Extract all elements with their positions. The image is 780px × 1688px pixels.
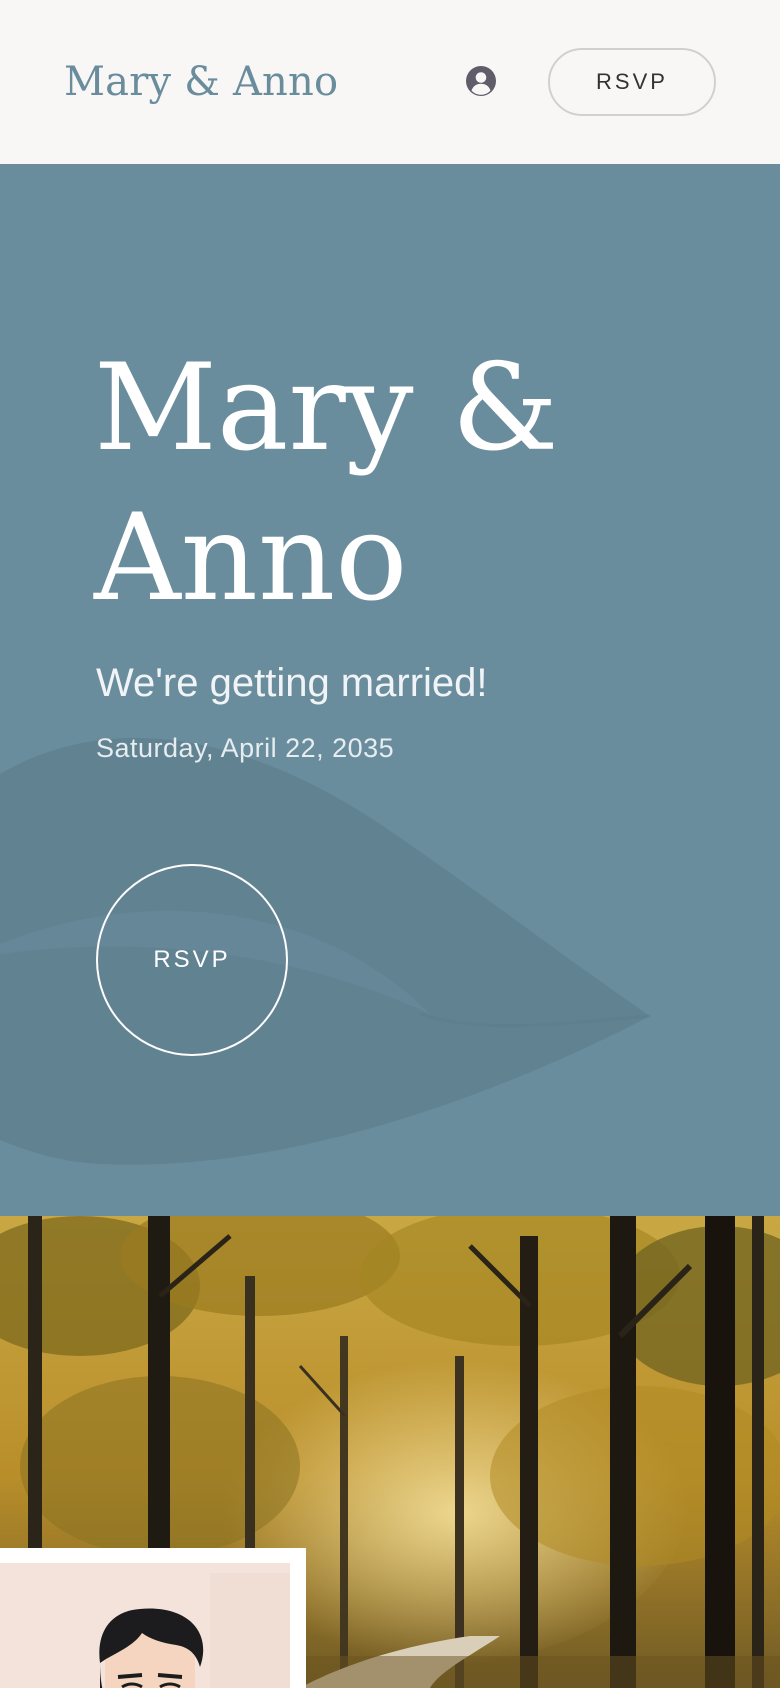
portrait-background [0,1563,290,1688]
header-rsvp-button[interactable]: RSVP [548,48,716,116]
hero-title: Mary & Anno [94,339,559,628]
portrait-frame [0,1548,306,1688]
wedding-date: Saturday, April 22, 2035 [96,733,395,763]
account-circle-icon[interactable] [465,65,497,97]
site-header: Mary & Anno RSVP [0,0,780,164]
photo-section [0,1216,780,1688]
hero-rsvp-button[interactable]: RSVP [96,864,288,1056]
brand-logo[interactable]: Mary & Anno [64,56,338,108]
hero-tagline: We're getting married! [96,661,488,705]
hero-section: Mary & Anno We're getting married! Satur… [0,164,780,1216]
groom-portrait-illustration [99,1573,290,1688]
